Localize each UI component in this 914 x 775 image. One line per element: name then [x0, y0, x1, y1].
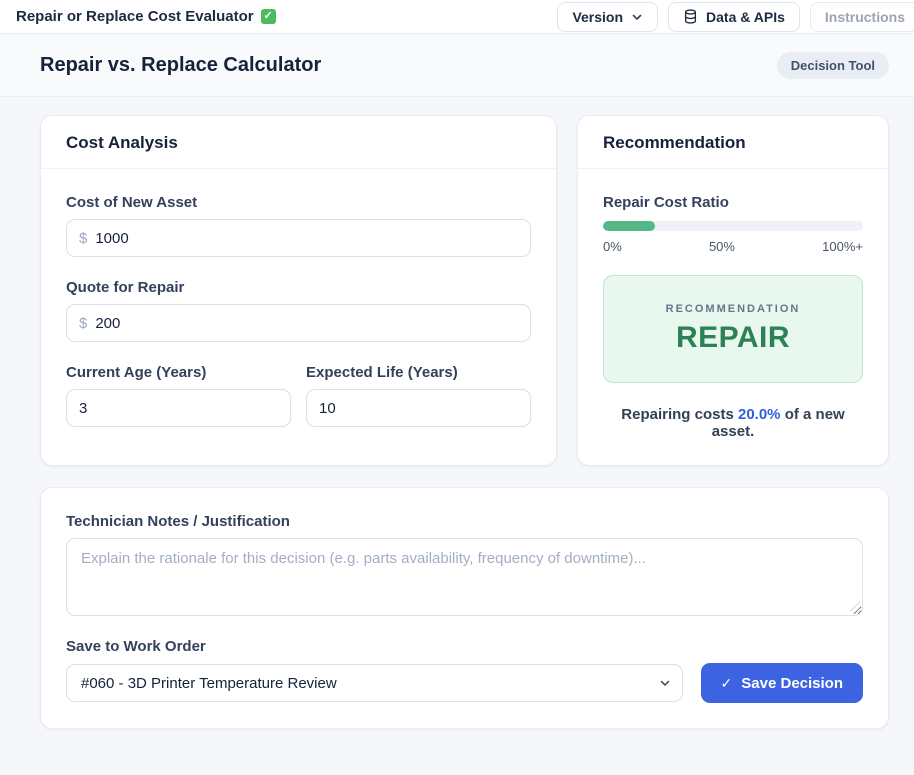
- quote-for-repair-input-wrap: $: [66, 304, 531, 342]
- cost-analysis-card: Cost Analysis Cost of New Asset $ Quote …: [40, 115, 557, 466]
- age-life-row: Current Age (Years) Expected Life (Years…: [66, 364, 531, 427]
- page-title: Repair vs. Replace Calculator: [40, 54, 321, 77]
- scale-min-label: 0%: [603, 239, 622, 254]
- page-header: Repair vs. Replace Calculator Decision T…: [0, 34, 914, 97]
- scale-max-label: 100%+: [822, 239, 863, 254]
- scale-mid-label: 50%: [709, 239, 735, 254]
- recommendation-card: Recommendation Repair Cost Ratio 0% 50% …: [577, 115, 889, 466]
- field-quote-for-repair: Quote for Repair $: [66, 279, 531, 342]
- field-expected-life: Expected Life (Years): [306, 364, 531, 427]
- cost-analysis-title: Cost Analysis: [41, 116, 556, 169]
- current-age-label: Current Age (Years): [66, 364, 291, 381]
- app-title-text: Repair or Replace Cost Evaluator: [16, 8, 254, 25]
- version-button-label: Version: [572, 9, 623, 25]
- dollar-prefix: $: [79, 230, 87, 247]
- expected-life-input[interactable]: [319, 400, 518, 417]
- field-technician-notes: Technician Notes / Justification: [66, 513, 863, 616]
- quote-for-repair-input[interactable]: [95, 315, 518, 332]
- repair-cost-ratio-label: Repair Cost Ratio: [603, 194, 863, 211]
- cost-of-new-asset-label: Cost of New Asset: [66, 194, 531, 211]
- instructions-button-label: Instructions: [825, 9, 905, 25]
- topbar: Repair or Replace Cost Evaluator ✓ Versi…: [0, 0, 914, 34]
- check-mark-icon: ✓: [261, 9, 276, 24]
- field-cost-of-new-asset: Cost of New Asset $: [66, 194, 531, 257]
- recommendation-title: Recommendation: [578, 116, 888, 169]
- main-content: Cost Analysis Cost of New Asset $ Quote …: [0, 97, 914, 759]
- save-decision-button-label: Save Decision: [741, 675, 843, 692]
- decision-tool-badge: Decision Tool: [777, 52, 889, 79]
- check-icon: ✓: [721, 675, 733, 692]
- quote-for-repair-label: Quote for Repair: [66, 279, 531, 296]
- technician-notes-label: Technician Notes / Justification: [66, 513, 863, 530]
- ratio-scale: 0% 50% 100%+: [603, 239, 863, 254]
- current-age-input-wrap: [66, 389, 291, 427]
- cost-of-new-asset-input-wrap: $: [66, 219, 531, 257]
- ratio-summary: Repairing costs 20.0% of a new asset.: [603, 406, 863, 440]
- field-save-to-work-order: Save to Work Order #060 - 3D Printer Tem…: [66, 638, 863, 703]
- expected-life-input-wrap: [306, 389, 531, 427]
- verdict-box: RECOMMENDATION REPAIR: [603, 275, 863, 383]
- verdict-label: RECOMMENDATION: [624, 303, 842, 315]
- topbar-actions: Version Data & APIs Instructions: [557, 2, 914, 32]
- data-apis-button[interactable]: Data & APIs: [668, 2, 800, 32]
- expected-life-label: Expected Life (Years): [306, 364, 531, 381]
- notes-card: Technician Notes / Justification Save to…: [40, 487, 889, 729]
- instructions-button[interactable]: Instructions: [810, 2, 914, 32]
- ratio-progress-track: [603, 221, 863, 231]
- chevron-down-icon: [631, 11, 643, 23]
- version-button[interactable]: Version: [557, 2, 658, 32]
- cost-of-new-asset-input[interactable]: [95, 230, 518, 247]
- database-icon: [683, 9, 698, 24]
- current-age-input[interactable]: [79, 400, 278, 417]
- save-to-work-order-label: Save to Work Order: [66, 638, 863, 655]
- save-decision-button[interactable]: ✓ Save Decision: [701, 663, 863, 703]
- app-title: Repair or Replace Cost Evaluator ✓: [16, 8, 276, 25]
- summary-percent: 20.0%: [738, 406, 781, 423]
- summary-prefix: Repairing costs: [621, 406, 738, 423]
- ratio-progress-fill: [603, 221, 655, 231]
- technician-notes-textarea[interactable]: [66, 538, 863, 616]
- verdict-value: REPAIR: [624, 321, 842, 355]
- dollar-prefix: $: [79, 315, 87, 332]
- work-order-select-wrap: #060 - 3D Printer Temperature Review: [66, 664, 683, 702]
- work-order-select[interactable]: #060 - 3D Printer Temperature Review: [66, 664, 683, 702]
- field-current-age: Current Age (Years): [66, 364, 291, 427]
- data-apis-button-label: Data & APIs: [706, 9, 785, 25]
